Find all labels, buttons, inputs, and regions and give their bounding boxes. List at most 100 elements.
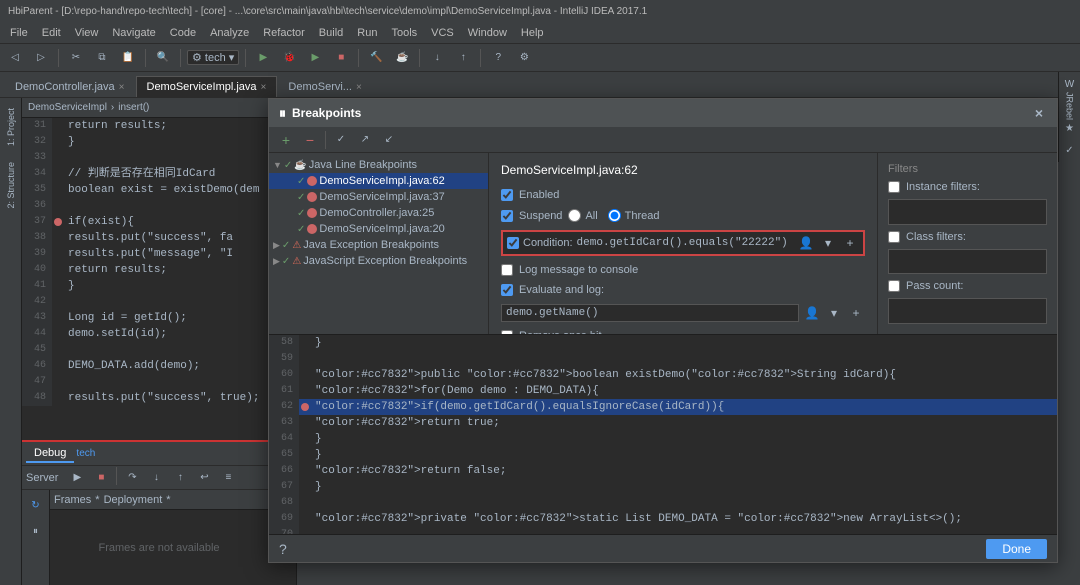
- debug-side-icons: ↻ ⏸: [22, 490, 50, 585]
- dialog-add-btn[interactable]: +: [275, 129, 297, 151]
- toolbar-vcs2[interactable]: ↑: [452, 47, 474, 69]
- thread-radio[interactable]: [608, 209, 621, 222]
- dialog-line-number: 64: [269, 431, 299, 447]
- instance-filter-input[interactable]: [888, 199, 1047, 225]
- debug-run-cursor[interactable]: ↩: [193, 467, 215, 489]
- toolbar-cut[interactable]: ✂: [65, 47, 87, 69]
- done-button[interactable]: Done: [986, 539, 1047, 559]
- instance-checkbox[interactable]: [888, 181, 900, 193]
- web-icon[interactable]: W: [1062, 76, 1078, 92]
- toolbar-vcs[interactable]: ↓: [426, 47, 448, 69]
- condition-checkbox[interactable]: [507, 237, 519, 249]
- menu-tools[interactable]: Tools: [385, 25, 423, 41]
- condition-history-btn[interactable]: 👤: [797, 234, 815, 252]
- toolbar-copy[interactable]: ⧉: [91, 47, 113, 69]
- toolbar-back[interactable]: ◁: [4, 47, 26, 69]
- stop-btn[interactable]: ■: [330, 47, 352, 69]
- dialog-code-area[interactable]: 58 }5960 "color:#cc7832">public "color:#…: [269, 334, 1057, 534]
- debug-actions: ▶ ■ ↷ ↓ ↑ ↩ ≡: [66, 467, 239, 489]
- breakpoint-marker: [52, 150, 64, 166]
- tree-group[interactable]: ▶✓⚠Java Exception Breakpoints: [269, 237, 488, 253]
- menu-help[interactable]: Help: [515, 25, 550, 41]
- project-label[interactable]: 1: Project: [6, 102, 16, 152]
- debug-stop-btn[interactable]: ■: [90, 467, 112, 489]
- condition-add-btn[interactable]: +: [841, 234, 859, 252]
- condition-label: Condition:: [523, 237, 573, 249]
- toolbar-paste[interactable]: 📋: [117, 47, 139, 69]
- menu-file[interactable]: File: [4, 25, 34, 41]
- dialog-line-number: 69: [269, 511, 299, 527]
- menu-edit[interactable]: Edit: [36, 25, 67, 41]
- pass-filter-input[interactable]: [888, 298, 1047, 324]
- tab-demoserviceimpl[interactable]: DemoServiceImpl.java ×: [136, 76, 278, 97]
- debug-tab[interactable]: Debug: [26, 445, 74, 463]
- dialog-body: ▼✓☕Java Line Breakpoints✓DemoServiceImpl…: [269, 153, 1057, 334]
- debug-icon-1[interactable]: ↻: [25, 494, 47, 516]
- log-message-checkbox[interactable]: [501, 264, 513, 276]
- evaluate-history-btn[interactable]: 👤: [803, 304, 821, 322]
- tab-close-icon[interactable]: ×: [119, 82, 125, 93]
- debug-icon-2[interactable]: ⏸: [25, 520, 47, 542]
- toolbar-sep-2: [145, 49, 146, 67]
- help-icon[interactable]: ?: [279, 541, 287, 557]
- suspend-checkbox[interactable]: [501, 210, 513, 222]
- tree-group[interactable]: ▶✓⚠JavaScript Exception Breakpoints: [269, 253, 488, 269]
- evaluate-add-btn[interactable]: +: [847, 304, 865, 322]
- toolbar-settings[interactable]: ⚙: [513, 47, 535, 69]
- debug-step-over[interactable]: ↷: [121, 467, 143, 489]
- tree-item[interactable]: ✓DemoController.java:25: [269, 205, 488, 221]
- evaluate-checkbox[interactable]: [501, 284, 513, 296]
- dialog-bp-marker: [299, 431, 311, 447]
- condition-dropdown-btn[interactable]: ▾: [819, 234, 837, 252]
- toolbar-search[interactable]: 🔍: [152, 47, 174, 69]
- code-text: [64, 342, 68, 358]
- tab-close-icon[interactable]: ×: [261, 82, 267, 93]
- tab-demoservi[interactable]: DemoServi... ×: [277, 76, 372, 97]
- enabled-checkbox[interactable]: [501, 189, 513, 201]
- menu-code[interactable]: Code: [164, 25, 202, 41]
- class-checkbox[interactable]: [888, 231, 900, 243]
- menu-run[interactable]: Run: [351, 25, 383, 41]
- dialog-bp-marker: [299, 415, 311, 431]
- evaluate-input[interactable]: [501, 304, 799, 322]
- main-toolbar: ◁ ▷ ✂ ⧉ 📋 🔍 ⚙ tech ▾ ▶ 🐞 ▶ ■ 🔨 ☕ ↓ ↑ ? ⚙: [0, 44, 1080, 72]
- toolbar-forward[interactable]: ▷: [30, 47, 52, 69]
- menu-refactor[interactable]: Refactor: [257, 25, 311, 41]
- tree-item[interactable]: ✓DemoServiceImpl.java:20: [269, 221, 488, 237]
- class-filter-input[interactable]: [888, 249, 1047, 275]
- dialog-enable-btn[interactable]: ✓: [330, 129, 352, 151]
- condition-input[interactable]: [577, 237, 793, 249]
- dialog-remove-btn[interactable]: −: [299, 129, 321, 151]
- all-radio[interactable]: [568, 209, 581, 222]
- dialog-export-btn[interactable]: ↗: [354, 129, 376, 151]
- run-btn[interactable]: ▶: [252, 47, 274, 69]
- tree-check-icon: ✓: [282, 240, 290, 251]
- tab-democontroller[interactable]: DemoController.java ×: [4, 76, 136, 97]
- menu-view[interactable]: View: [69, 25, 105, 41]
- menu-navigate[interactable]: Navigate: [106, 25, 161, 41]
- menu-analyze[interactable]: Analyze: [204, 25, 255, 41]
- structure-label[interactable]: 2: Structure: [6, 156, 16, 215]
- menu-vcs[interactable]: VCS: [425, 25, 460, 41]
- menu-window[interactable]: Window: [462, 25, 513, 41]
- dialog-close-button[interactable]: ×: [1031, 105, 1047, 121]
- toolbar-build[interactable]: 🔨: [365, 47, 387, 69]
- debug-eval-expr[interactable]: ≡: [217, 467, 239, 489]
- debug-step-out[interactable]: ↑: [169, 467, 191, 489]
- menu-build[interactable]: Build: [313, 25, 349, 41]
- pass-checkbox[interactable]: [888, 280, 900, 292]
- run-config-selector[interactable]: ⚙ tech ▾: [187, 50, 239, 65]
- debug-resume-btn[interactable]: ▶: [66, 467, 88, 489]
- tab-close-icon[interactable]: ×: [356, 82, 362, 93]
- tree-group[interactable]: ▼✓☕Java Line Breakpoints: [269, 157, 488, 173]
- evaluate-dropdown-btn[interactable]: ▾: [825, 304, 843, 322]
- evaluate-label: Evaluate and log:: [519, 284, 604, 296]
- dialog-import-btn[interactable]: ↙: [378, 129, 400, 151]
- debug-btn[interactable]: 🐞: [278, 47, 300, 69]
- tree-item[interactable]: ✓DemoServiceImpl.java:62: [269, 173, 488, 189]
- toolbar-sdk[interactable]: ☕: [391, 47, 413, 69]
- debug-step-into[interactable]: ↓: [145, 467, 167, 489]
- coverage-btn[interactable]: ▶: [304, 47, 326, 69]
- tree-item[interactable]: ✓DemoServiceImpl.java:37: [269, 189, 488, 205]
- toolbar-help[interactable]: ?: [487, 47, 509, 69]
